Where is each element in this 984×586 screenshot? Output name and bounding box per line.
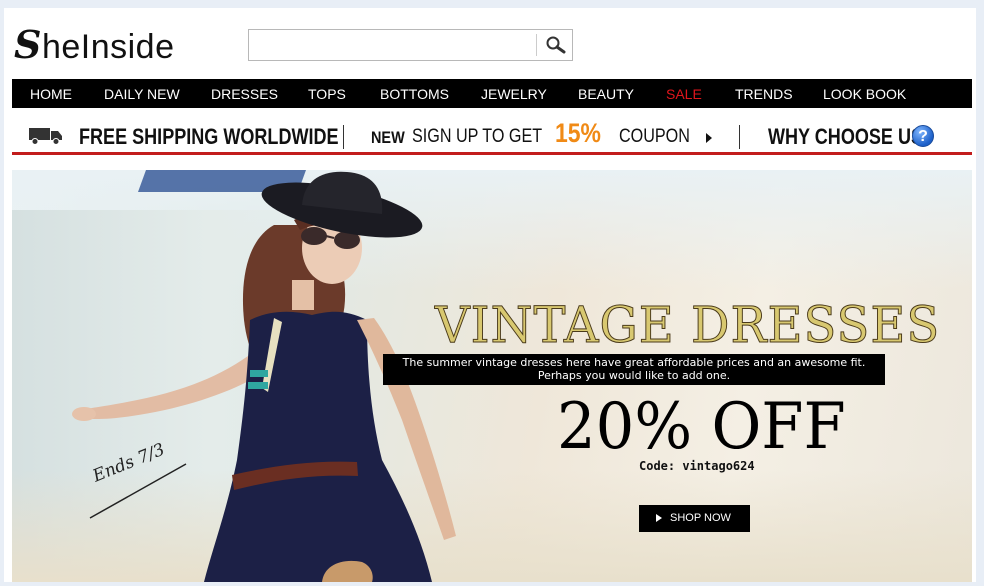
banner-description-line: The summer vintage dresses here have gre… xyxy=(402,356,866,369)
search-input[interactable] xyxy=(249,30,534,60)
search-button[interactable] xyxy=(538,30,572,60)
discount-text: 20% OFF xyxy=(557,390,846,464)
nav-trends[interactable]: TRENDS xyxy=(735,79,793,108)
logo-initial: S xyxy=(14,22,42,67)
nav-home[interactable]: HOME xyxy=(30,79,72,108)
why-choose-us-link[interactable]: WHY CHOOSE US xyxy=(768,124,923,150)
coupon-text[interactable]: COUPON xyxy=(619,126,690,148)
nav-jewelry[interactable]: JEWELRY xyxy=(481,79,547,108)
nav-daily-new[interactable]: DAILY NEW xyxy=(104,79,180,108)
nav-sale[interactable]: SALE xyxy=(666,79,702,108)
shop-now-button[interactable]: SHOP NOW xyxy=(639,505,750,532)
nav-dresses[interactable]: DRESSES xyxy=(211,79,278,108)
logo-text: heInside xyxy=(41,28,175,66)
search-divider xyxy=(536,34,537,56)
banner-description-line: Perhaps you would like to add one. xyxy=(537,369,731,382)
promo-divider xyxy=(343,125,344,149)
nav-tops[interactable]: TOPS xyxy=(308,79,346,108)
shein-logo[interactable]: SheInside xyxy=(14,22,175,67)
play-arrow-icon xyxy=(656,514,662,522)
help-icon[interactable]: ? xyxy=(912,125,934,147)
main-nav: HOME DAILY NEW DRESSES TOPS BOTTOMS JEWE… xyxy=(12,79,972,108)
search-icon xyxy=(546,36,566,54)
banner-title: VINTAGE DRESSES xyxy=(435,296,941,355)
promo-divider xyxy=(739,125,740,149)
shop-now-label: SHOP NOW xyxy=(670,512,731,524)
new-label: NEW xyxy=(371,128,405,147)
ends-underline xyxy=(89,463,187,519)
page: SheInside HOME DAILY NEW DRESSES TOPS BO… xyxy=(4,8,976,582)
banner-description: The summer vintage dresses here have gre… xyxy=(383,354,885,385)
promo-bar: FREE SHIPPING WORLDWIDE NEW SIGN UP TO G… xyxy=(12,108,972,155)
free-shipping-text[interactable]: FREE SHIPPING WORLDWIDE xyxy=(79,124,339,150)
truck-icon xyxy=(29,128,62,145)
hero-banner[interactable]: VINTAGE DRESSES The summer vintage dress… xyxy=(12,170,972,582)
nav-bottoms[interactable]: BOTTOMS xyxy=(380,79,449,108)
nav-look-book[interactable]: LOOK BOOK xyxy=(823,79,906,108)
coupon-percent[interactable]: 15% xyxy=(555,118,601,149)
signup-text[interactable]: SIGN UP TO GET xyxy=(412,126,542,148)
nav-beauty[interactable]: BEAUTY xyxy=(578,79,634,108)
search-box xyxy=(248,29,573,61)
promo-red-line xyxy=(12,152,972,155)
play-arrow-icon[interactable] xyxy=(706,133,712,143)
promo-code: Code: vintago624 xyxy=(639,459,755,473)
